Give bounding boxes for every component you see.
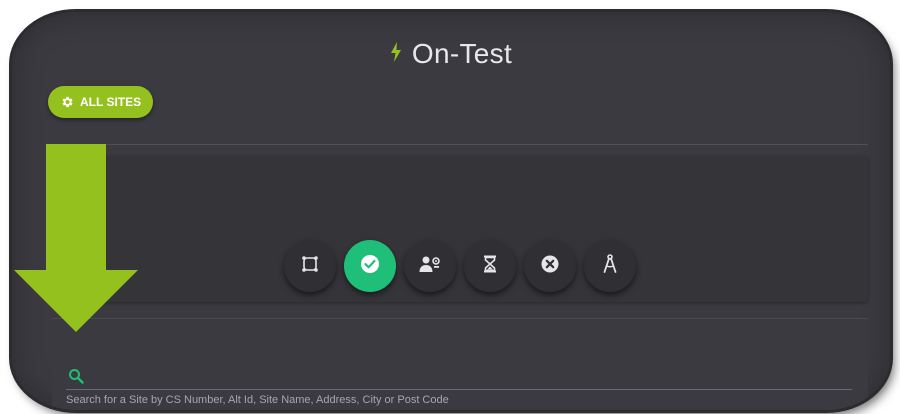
check-circle-icon — [360, 254, 380, 279]
search-input[interactable] — [66, 389, 852, 390]
user-settings-icon — [419, 255, 441, 278]
pending-filter-button[interactable] — [464, 240, 516, 292]
all-sites-button[interactable]: ALL SITES — [48, 86, 154, 118]
frame-icon — [301, 255, 319, 278]
page-title: On-Test — [411, 38, 513, 69]
search-icon[interactable] — [68, 368, 84, 389]
status-filter-toolbar — [284, 240, 636, 292]
compass-icon — [602, 253, 618, 279]
gear-icon — [60, 95, 74, 109]
user-settings-filter-button[interactable] — [404, 240, 456, 292]
all-sites-label: ALL SITES — [80, 95, 142, 109]
check-filter-button[interactable] — [344, 240, 396, 292]
app-window: On-Test ALL SITES Search for a Site by C… — [12, 12, 890, 410]
header-divider — [52, 144, 868, 145]
lightning-bolt-icon — [390, 37, 402, 69]
hourglass-icon — [483, 255, 497, 278]
compass-filter-button[interactable] — [584, 240, 636, 292]
cancel-filter-button[interactable] — [524, 240, 576, 292]
frame-filter-button[interactable] — [284, 240, 336, 292]
down-arrow-icon — [14, 144, 138, 337]
search-hint: Search for a Site by CS Number, Alt Id, … — [66, 394, 449, 406]
app-header: On-Test — [12, 38, 890, 70]
cancel-circle-icon — [540, 254, 560, 279]
